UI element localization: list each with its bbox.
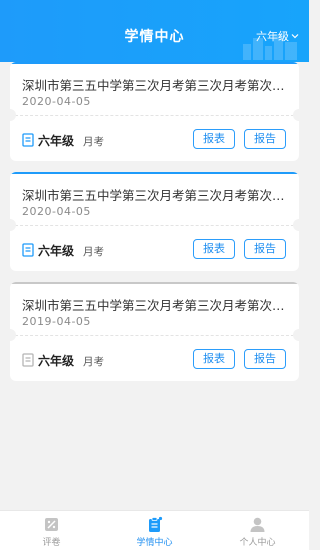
report-table-button[interactable]: 报表: [193, 349, 235, 369]
card-accent-line: [10, 172, 299, 174]
divider: [10, 335, 299, 336]
exam-card[interactable]: 深圳市第三五中学第三次月考第三次月考第次月考 2020-04-05 六年级 月考…: [10, 172, 299, 271]
clipboard-icon: [149, 516, 163, 532]
chevron-down-icon: [291, 34, 299, 39]
grade-selector[interactable]: 六年级: [256, 28, 299, 44]
tab-learning-center[interactable]: 学情中心: [103, 511, 206, 550]
ticket-notch: [293, 329, 299, 341]
card-accent-line: [10, 62, 299, 64]
exam-grade: 六年级: [38, 134, 75, 148]
ticket-notch: [10, 329, 16, 341]
report-button[interactable]: 报告: [244, 239, 286, 259]
divider: [10, 225, 299, 226]
document-icon: [22, 133, 34, 147]
header-bar: 学情中心 六年级: [0, 0, 309, 62]
exam-type: 月考: [83, 356, 104, 368]
ticket-notch: [10, 109, 16, 121]
report-button[interactable]: 报告: [244, 349, 286, 369]
person-icon: [250, 517, 265, 532]
ticket-notch: [293, 219, 299, 231]
exam-card[interactable]: 深圳市第三五中学第三次月考第三次月考第次月考 2020-04-05 六年级 月考…: [10, 62, 299, 161]
exam-grade: 六年级: [38, 244, 75, 258]
exam-type: 月考: [83, 246, 104, 258]
exam-list: 深圳市第三五中学第三次月考第三次月考第次月考 2020-04-05 六年级 月考…: [10, 62, 299, 392]
ticket-notch: [293, 109, 299, 121]
tab-grading[interactable]: 评卷: [0, 511, 103, 550]
grade-selector-label: 六年级: [256, 30, 289, 43]
divider: [10, 115, 299, 116]
ticket-notch: [10, 219, 16, 231]
card-accent-line: [10, 282, 299, 284]
exam-card[interactable]: 深圳市第三五中学第三次月考第三次月考第次月考 2019-04-05 六年级 月考…: [10, 282, 299, 381]
exam-date: 2019-04-05: [22, 315, 91, 328]
exam-name: 深圳市第三五中学第三次月考第三次月考第次月考: [22, 298, 290, 313]
exam-type: 月考: [83, 136, 104, 148]
exam-name: 深圳市第三五中学第三次月考第三次月考第次月考: [22, 188, 290, 203]
document-icon: [22, 243, 34, 257]
tab-label: 学情中心: [136, 538, 173, 548]
exam-date: 2020-04-05: [22, 95, 91, 108]
tab-profile[interactable]: 个人中心: [206, 511, 309, 550]
report-table-button[interactable]: 报表: [193, 129, 235, 149]
report-table-button[interactable]: 报表: [193, 239, 235, 259]
tab-label: 个人中心: [239, 538, 276, 548]
tab-label: 评卷: [42, 538, 61, 548]
exam-date: 2020-04-05: [22, 205, 91, 218]
report-button[interactable]: 报告: [244, 129, 286, 149]
grading-icon: [45, 518, 58, 531]
document-icon: [22, 353, 34, 367]
bottom-tab-bar: 评卷 学情中心 个人中心: [0, 510, 309, 550]
exam-name: 深圳市第三五中学第三次月考第三次月考第次月考: [22, 78, 290, 93]
exam-grade: 六年级: [38, 354, 75, 368]
